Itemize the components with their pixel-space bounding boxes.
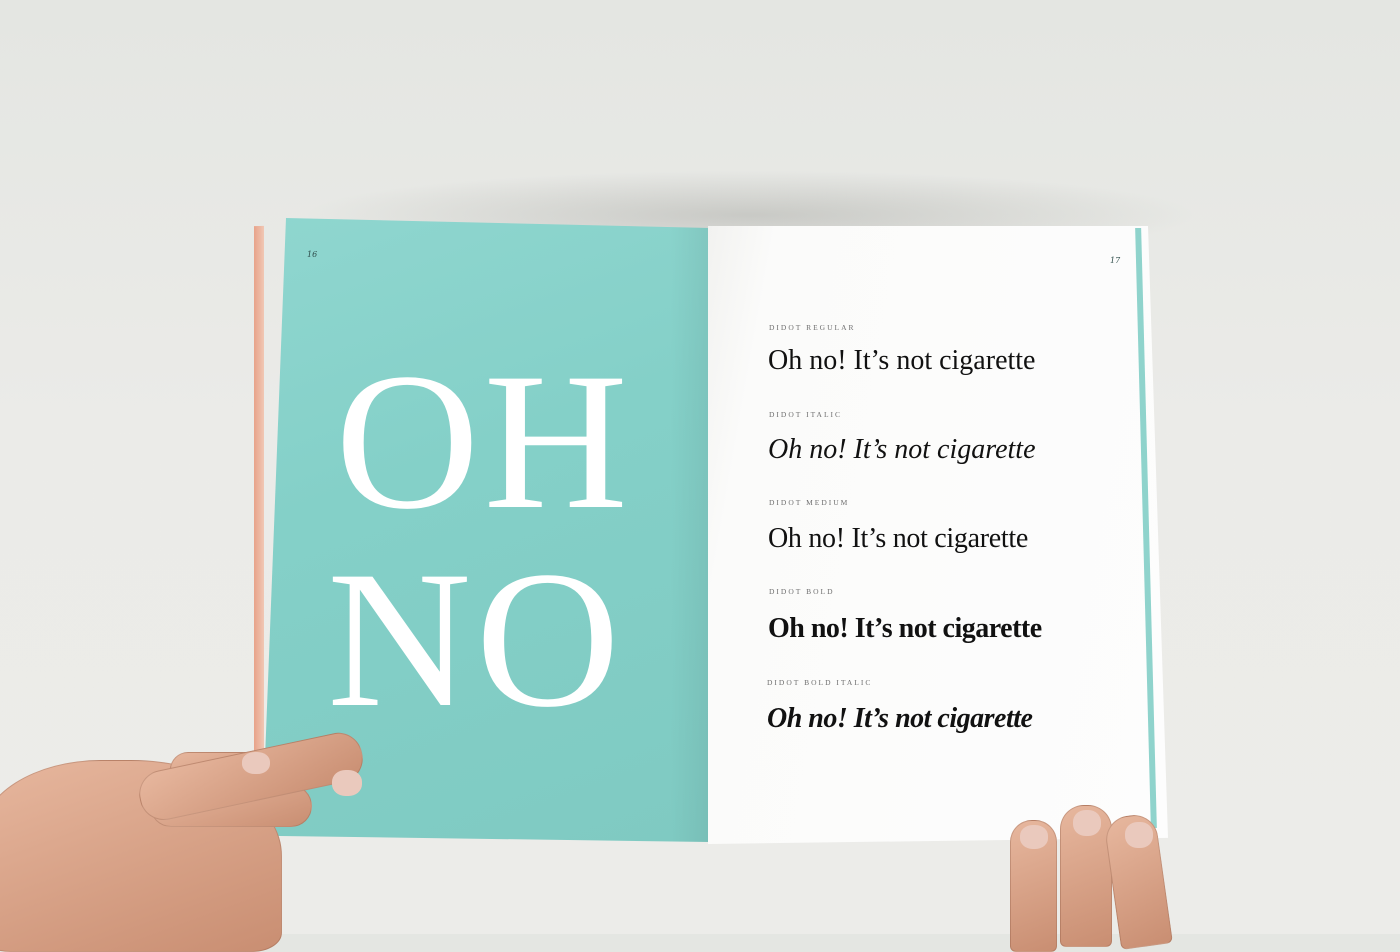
specimen-label-bold: DIDOT BOLD — [769, 587, 835, 596]
right-page-number: 17 — [1110, 256, 1121, 265]
left-page-number: 16 — [307, 250, 318, 259]
specimen-label-medium: DIDOT MEDIUM — [769, 498, 850, 507]
left-finger-nail — [242, 752, 270, 774]
specimen-sample-bold-italic: Oh no! It’s not cigarette — [767, 703, 1033, 734]
right-finger-nail-3 — [1125, 822, 1153, 848]
right-finger-nail-1 — [1020, 825, 1048, 849]
big-text-no: NO — [327, 531, 625, 748]
specimen-sample-medium: Oh no! It’s not cigarette — [768, 523, 1028, 554]
left-thumb-nail — [332, 770, 362, 796]
specimen-sample-regular: Oh no! It’s not cigarette — [768, 345, 1036, 376]
right-finger-nail-2 — [1073, 810, 1101, 836]
gutter-shade — [670, 218, 710, 842]
specimen-sample-italic: Oh no! It’s not cigarette — [768, 434, 1036, 465]
big-text-oh: OH — [335, 333, 633, 550]
specimen-label-bold-italic: DIDOT BOLD ITALIC — [767, 678, 873, 687]
specimen-label-regular: DIDOT REGULAR — [769, 323, 856, 332]
open-booklet: 16 17 OH NO DIDOT REGULAR Oh no! It’s no… — [0, 0, 1400, 952]
specimen-sample-bold: Oh no! It’s not cigarette — [768, 613, 1042, 644]
specimen-label-italic: DIDOT ITALIC — [769, 410, 843, 419]
